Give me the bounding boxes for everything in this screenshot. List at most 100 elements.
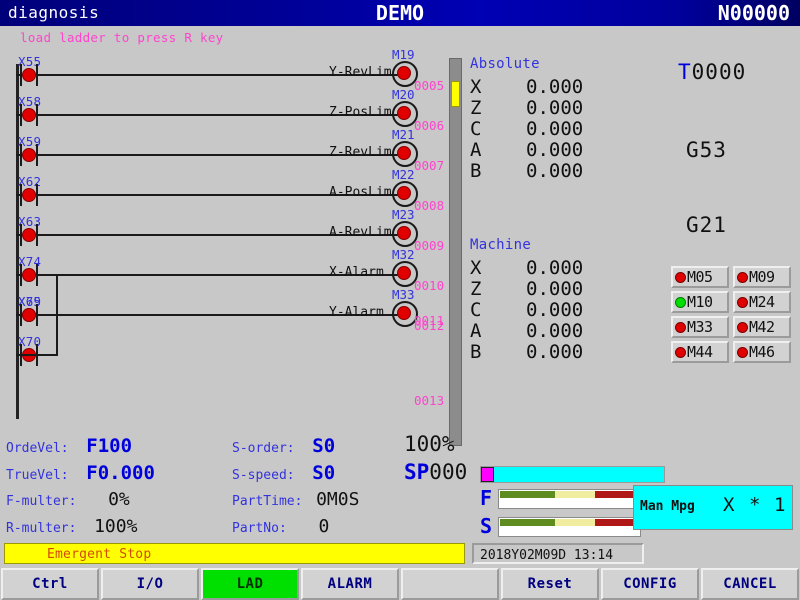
contact-right-bar [36, 104, 38, 126]
mcode-cell-m09[interactable]: M09 [733, 266, 791, 288]
mcode-led-icon [675, 321, 686, 333]
mcode-label: M46 [749, 343, 775, 361]
branch-connector [56, 274, 58, 314]
contact-state-indicator [22, 148, 36, 162]
absolute-axis-value: 0.000 [526, 118, 584, 140]
machine-axis-value: 0.000 [526, 278, 584, 300]
alarm-bar: Emergent Stop [4, 543, 465, 564]
mcode-status-grid[interactable]: M05 M09 M10 M24 M33 M42 M44 M46 [671, 266, 793, 363]
rung-number: 0006 [414, 118, 445, 133]
contact-symbol[interactable] [18, 224, 40, 246]
mcode-cell-m42[interactable]: M42 [733, 316, 791, 338]
contact-right-bar [36, 184, 38, 206]
spindle-order-label: S-order: [232, 441, 295, 456]
coil-description: Z-RevLim [329, 145, 392, 160]
mcode-label: M10 [687, 293, 713, 311]
coil-label: M23 [392, 207, 415, 222]
contact-state-indicator [22, 188, 36, 202]
ladder-scrollbar-thumb[interactable] [451, 81, 460, 107]
machine-axis-value: 0.000 [526, 299, 584, 321]
machine-axis-row: A 0.000 [470, 320, 583, 342]
machine-axis-value: 0.000 [526, 341, 584, 363]
part-time-row: PartTime: 0M0S [232, 489, 359, 510]
alarm-message: Emergent Stop [47, 547, 152, 562]
machine-axis-row: C 0.000 [470, 299, 583, 321]
mcode-cell-m46[interactable]: M46 [733, 341, 791, 363]
spindle-order-row: S-order: S0 [232, 435, 335, 457]
absolute-coordinates: Absolute X 0.000 Z 0.000 C 0.000 A 0.000… [470, 56, 583, 182]
mcode-label: M42 [749, 318, 775, 336]
contact-state-indicator [22, 108, 36, 122]
tab-lad[interactable]: LAD [201, 568, 299, 600]
machine-title: Machine [470, 237, 532, 253]
rung-number: 0005 [414, 78, 445, 93]
ordered-velocity-row: OrdeVel: F100 [6, 435, 132, 457]
ladder-scrollbar[interactable] [449, 58, 462, 446]
tab-config[interactable]: CONFIG [601, 568, 699, 600]
contact-right-bar [36, 144, 38, 166]
cnc-diagnosis-screen: diagnosis DEMO N00000 load ladder to pre… [0, 0, 800, 600]
mcode-led-icon [737, 271, 748, 283]
contact-state-indicator [22, 228, 36, 242]
ladder-diagram-panel[interactable]: load ladder to press R key X55 M19 Y-RevL… [0, 26, 462, 446]
rapid-multiplier-row: R-multer: 100% [6, 516, 137, 537]
tool-code: T0000 [678, 60, 746, 84]
sp-prefix: SP [404, 460, 430, 484]
tab-i-o[interactable]: I/O [101, 568, 199, 600]
mcode-cell-m05[interactable]: M05 [671, 266, 729, 288]
contact-symbol[interactable] [18, 264, 40, 286]
override-slider-knob[interactable] [481, 467, 494, 482]
contact-state-indicator [22, 268, 36, 282]
speed-gauge-green-segment [500, 519, 555, 526]
contact-symbol[interactable] [18, 64, 40, 86]
datetime-text: 2018Y02M09D 13:14 [480, 548, 614, 563]
absolute-axis-row: X 0.000 [470, 76, 583, 98]
feed-gauge-green-segment [500, 491, 555, 498]
contact-right-bar [36, 304, 38, 326]
tab-cancel[interactable]: CANCEL [701, 568, 799, 600]
machine-axis-name: X [470, 257, 482, 279]
mcode-led-icon [675, 346, 686, 358]
block-number: N00000 [717, 1, 790, 25]
override-slider[interactable] [480, 466, 665, 483]
mcode-cell-m10[interactable]: M10 [671, 291, 729, 313]
absolute-axis-value: 0.000 [526, 139, 584, 161]
tab-alarm[interactable]: ALARM [301, 568, 399, 600]
rapid-multiplier-label: R-multer: [6, 521, 77, 536]
coil-label: M20 [392, 87, 415, 102]
tab-blank-4[interactable] [401, 568, 499, 600]
contact-symbol[interactable] [18, 104, 40, 126]
contact-symbol[interactable] [18, 304, 40, 326]
rung-number: 0010 [414, 278, 445, 293]
machine-axis-row: Z 0.000 [470, 278, 583, 300]
mcode-cell-m44[interactable]: M44 [671, 341, 729, 363]
contact-symbol[interactable] [18, 144, 40, 166]
tab-reset[interactable]: Reset [501, 568, 599, 600]
coil-label: M32 [392, 247, 415, 262]
mcode-label: M33 [687, 318, 713, 336]
machine-coordinates: Machine X 0.000 Z 0.000 C 0.000 A 0.000 … [470, 237, 583, 363]
mcode-cell-m33[interactable]: M33 [671, 316, 729, 338]
tab-ctrl[interactable]: Ctrl [1, 568, 99, 600]
contact-symbol[interactable] [18, 184, 40, 206]
mcode-cell-m24[interactable]: M24 [733, 291, 791, 313]
machine-axis-name: Z [470, 278, 482, 300]
machine-axis-name: B [470, 341, 482, 363]
sp-value: 000 [429, 460, 468, 484]
bottom-tab-bar[interactable]: Ctrl I/O LAD ALARM Reset CONFIG CANCEL [0, 568, 800, 600]
datetime-box: 2018Y02M09D 13:14 [472, 543, 644, 564]
spindle-order-value: S0 [312, 435, 336, 457]
coil-label: M21 [392, 127, 415, 142]
absolute-axis-row: B 0.000 [470, 160, 583, 182]
coil-state-indicator [397, 146, 411, 160]
spindle-speed-row: S-speed: S0 [232, 462, 335, 484]
speed-gauge-track [498, 517, 641, 537]
mcode-label: M24 [749, 293, 775, 311]
contact-state-indicator [22, 308, 36, 322]
rung-number: 0009 [414, 238, 445, 253]
coil-state-indicator [397, 266, 411, 280]
absolute-title: Absolute [470, 56, 540, 72]
handwheel-mode-box[interactable]: Man Mpg X * 1 [633, 485, 793, 530]
absolute-axis-row: Z 0.000 [470, 97, 583, 119]
coil-description: Z-PosLim [329, 105, 392, 120]
